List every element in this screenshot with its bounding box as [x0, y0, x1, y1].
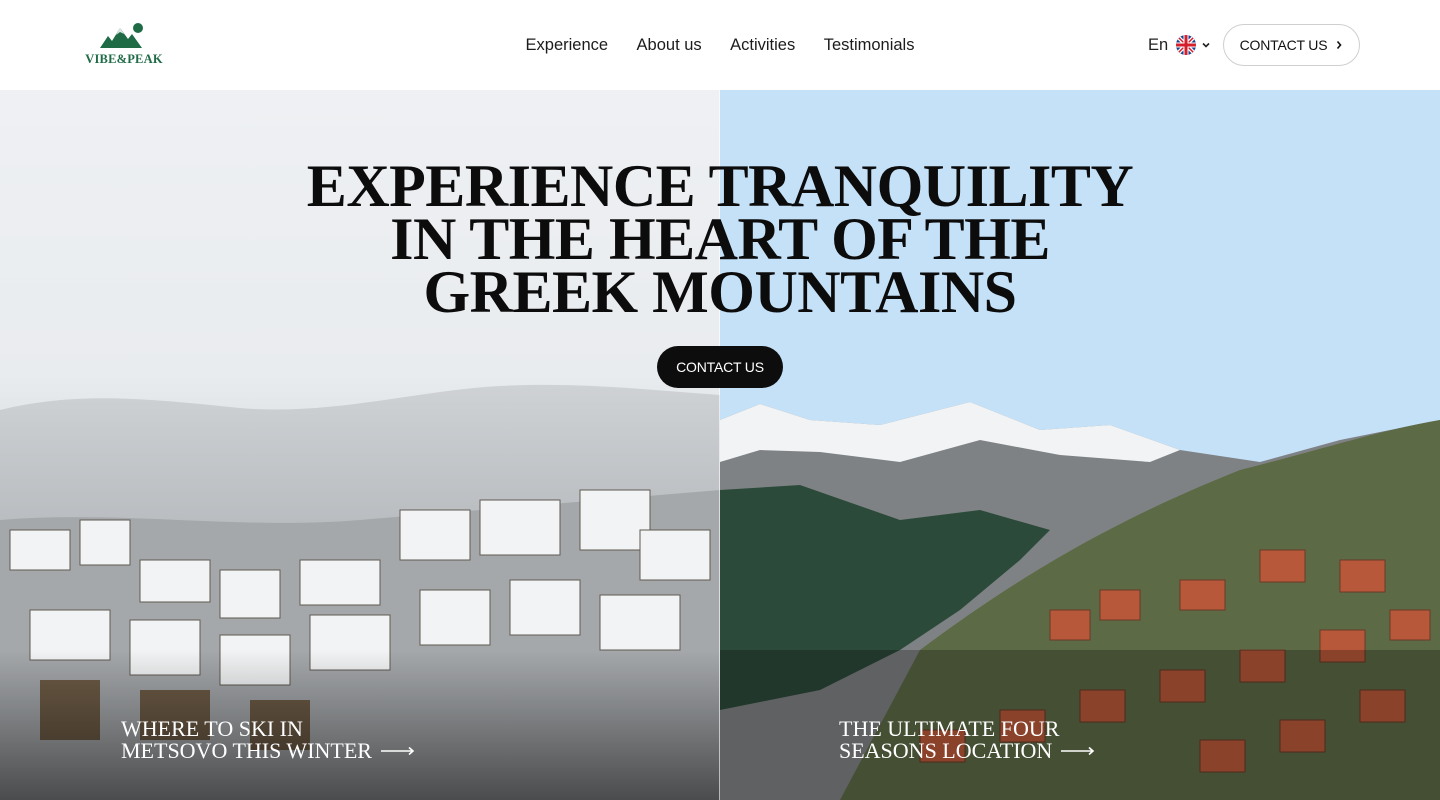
brand-name: VIBE&PEAK — [85, 52, 163, 66]
ski-metsovo-link[interactable]: WHERE TO SKI IN METSOVO THIS WINTER — [121, 718, 416, 762]
contact-us-header-label: CONTACT US — [1239, 37, 1328, 53]
four-seasons-line-1: THE ULTIMATE FOUR — [839, 716, 1060, 741]
hero-contact-us-label: CONTACT US — [676, 359, 764, 375]
chevron-down-icon — [1202, 42, 1210, 48]
nav-item-activities[interactable]: Activities — [730, 36, 795, 55]
hero-title: EXPERIENCE TRANQUILITY IN THE HEART OF T… — [0, 156, 1440, 325]
uk-flag-icon — [1176, 35, 1197, 55]
hero-section: EXPERIENCE TRANQUILITY IN THE HEART OF T… — [0, 90, 1440, 800]
four-seasons-link[interactable]: THE ULTIMATE FOUR SEASONS LOCATION — [839, 718, 1096, 762]
four-seasons-line-2: SEASONS LOCATION — [839, 738, 1053, 763]
ski-metsovo-line-1: WHERE TO SKI IN — [121, 716, 303, 741]
hero-contact-us-button[interactable]: CONTACT US — [657, 346, 783, 388]
chevron-right-icon — [1337, 40, 1342, 50]
nav-item-about-us[interactable]: About us — [637, 36, 702, 55]
mountain-logo-icon — [100, 23, 143, 48]
ski-metsovo-line-2: METSOVO THIS WINTER — [121, 738, 372, 763]
contact-us-header-button[interactable]: CONTACT US — [1223, 24, 1360, 66]
language-selector[interactable]: En — [1148, 35, 1211, 55]
long-arrow-right-icon — [1061, 746, 1095, 756]
brand-logo[interactable]: VIBE&PEAK — [80, 22, 168, 68]
site-header: VIBE&PEAK Experience About us Activities… — [0, 0, 1440, 90]
hero-title-line-3: GREEK MOUNTAINS — [423, 259, 1017, 325]
nav-item-testimonials[interactable]: Testimonials — [824, 36, 915, 55]
nav-item-experience[interactable]: Experience — [526, 36, 609, 55]
language-label: En — [1148, 35, 1169, 54]
long-arrow-right-icon — [380, 746, 415, 756]
